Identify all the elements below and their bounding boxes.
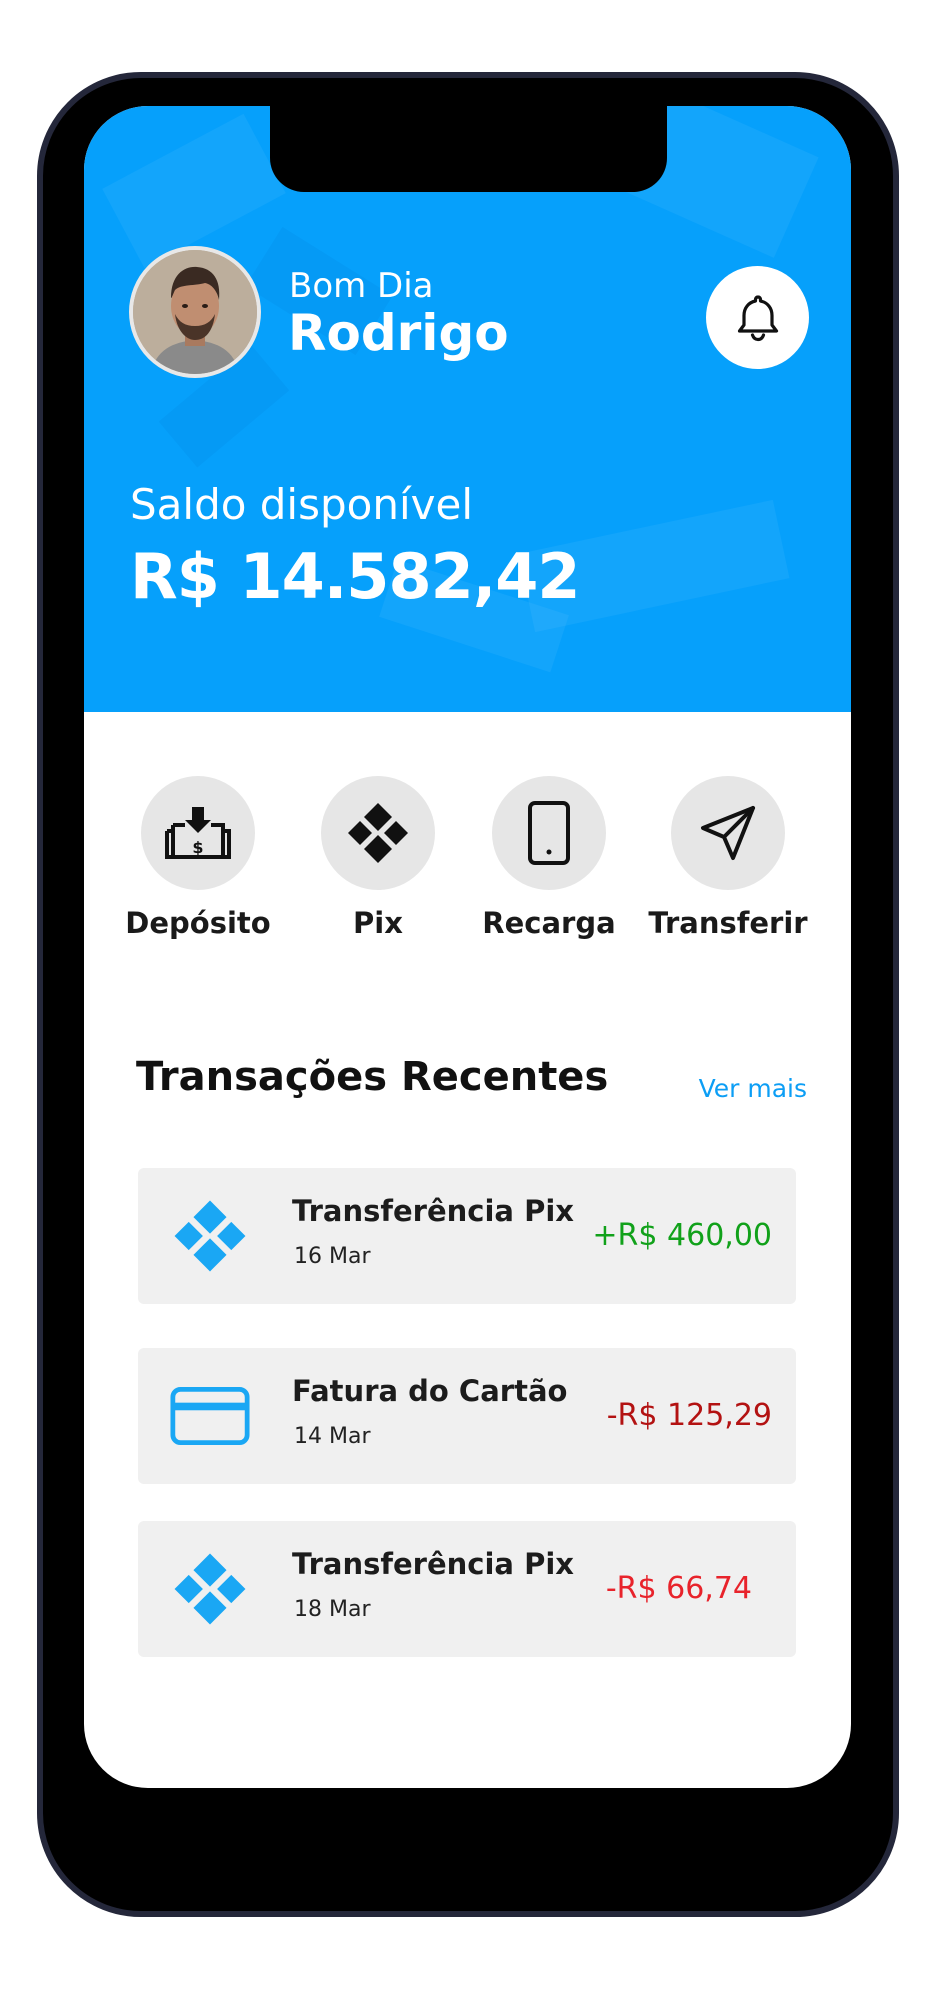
section-title: Transações Recentes bbox=[136, 1054, 609, 1100]
action-label: Recarga bbox=[482, 906, 616, 940]
balance-label: Saldo disponível bbox=[130, 480, 473, 529]
transaction-title: Transferência Pix bbox=[292, 1194, 574, 1228]
transaction-date: 16 Mar bbox=[294, 1244, 371, 1269]
transaction-title: Transferência Pix bbox=[292, 1547, 574, 1581]
deposit-icon: $ bbox=[165, 807, 231, 859]
transaction-amount: +R$ 460,00 bbox=[592, 1218, 772, 1253]
user-name: Rodrigo bbox=[288, 304, 509, 362]
action-label: Transferir bbox=[648, 906, 808, 940]
transaction-date: 14 Mar bbox=[294, 1424, 371, 1449]
card-icon bbox=[170, 1376, 250, 1456]
send-icon bbox=[701, 806, 755, 860]
transaction-item[interactable]: Fatura do Cartão 14 Mar -R$ 125,29 bbox=[138, 1348, 796, 1484]
transaction-item[interactable]: Transferência Pix 16 Mar +R$ 460,00 bbox=[138, 1168, 796, 1304]
action-circle: $ bbox=[141, 776, 255, 890]
avatar-image bbox=[133, 250, 257, 374]
greeting-text: Bom Dia bbox=[289, 266, 434, 306]
transaction-date: 18 Mar bbox=[294, 1597, 371, 1622]
action-circle bbox=[671, 776, 785, 890]
action-deposit[interactable]: $ Depósito bbox=[118, 776, 278, 940]
pix-icon bbox=[170, 1196, 250, 1276]
action-recharge[interactable]: Recarga bbox=[469, 776, 629, 940]
see-more-link[interactable]: Ver mais bbox=[699, 1074, 807, 1103]
transaction-item[interactable]: Transferência Pix 18 Mar -R$ 66,74 bbox=[138, 1521, 796, 1657]
header-banner: Bom Dia Rodrigo Saldo disponível R$ 14.5… bbox=[84, 106, 851, 712]
avatar[interactable] bbox=[129, 246, 261, 378]
bell-icon bbox=[737, 294, 778, 341]
phone-notch bbox=[270, 104, 667, 192]
transaction-title: Fatura do Cartão bbox=[292, 1374, 568, 1408]
action-label: Pix bbox=[353, 906, 403, 940]
action-circle bbox=[492, 776, 606, 890]
balance-value: R$ 14.582,42 bbox=[130, 540, 581, 613]
app-screen: Bom Dia Rodrigo Saldo disponível R$ 14.5… bbox=[84, 106, 851, 1788]
pix-icon bbox=[170, 1549, 250, 1629]
action-transfer[interactable]: Transferir bbox=[648, 776, 808, 940]
action-pix[interactable]: Pix bbox=[298, 776, 458, 940]
svg-text:$: $ bbox=[192, 838, 203, 857]
notification-button[interactable] bbox=[706, 266, 809, 369]
transaction-amount: -R$ 125,29 bbox=[606, 1398, 772, 1433]
pix-icon bbox=[348, 803, 408, 863]
phone-icon bbox=[528, 801, 570, 865]
action-circle bbox=[321, 776, 435, 890]
transaction-amount: -R$ 66,74 bbox=[605, 1571, 752, 1606]
action-label: Depósito bbox=[125, 906, 271, 940]
